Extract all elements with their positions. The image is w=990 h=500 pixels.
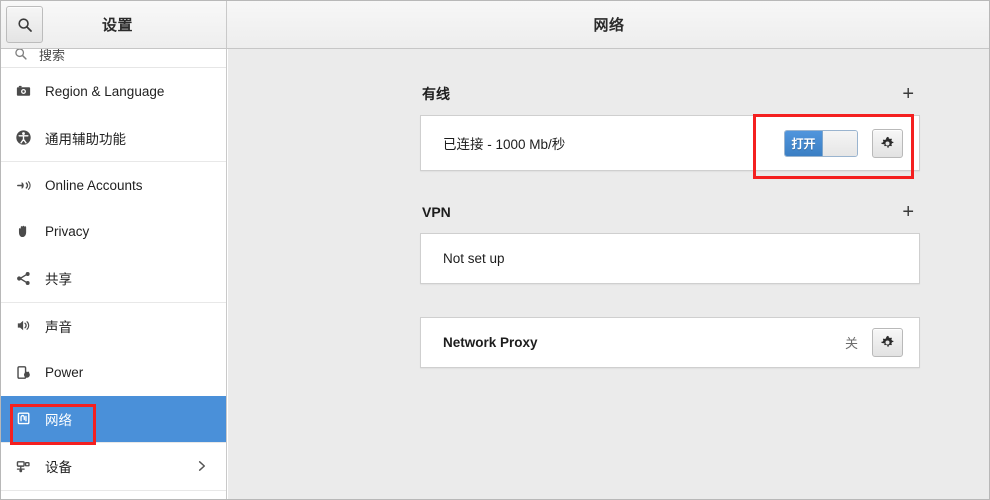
sidebar-item-label: Power — [45, 364, 84, 380]
sidebar-item-label: 通用辅助功能 — [45, 131, 126, 147]
battery-icon — [11, 364, 35, 381]
network-icon — [11, 410, 35, 427]
sidebar-item-network[interactable]: 网络 — [1, 395, 226, 442]
vpn-row[interactable]: Not set up — [420, 233, 920, 284]
gear-icon — [881, 335, 894, 347]
sidebar-item-label: 共享 — [45, 272, 72, 288]
accessibility-icon — [11, 129, 35, 146]
settings-window: 设置 网络 搜索 Region & Language 通用辅助功能 Online… — [0, 0, 990, 500]
vpn-section: VPN + Not set up — [420, 199, 920, 284]
search-icon — [11, 49, 31, 61]
hand-icon — [11, 223, 35, 240]
proxy-section: Network Proxy 关 — [420, 317, 920, 368]
vpn-status-label: Not set up — [443, 251, 505, 266]
wired-section-header: 有线 + — [420, 81, 920, 107]
add-vpn-button[interactable]: + — [898, 202, 918, 222]
wired-status-label: 已连接 - 1000 Mb/秒 — [443, 137, 566, 152]
wired-controls: 打开 — [784, 128, 903, 158]
speaker-icon — [11, 317, 35, 334]
sidebar-item-power[interactable]: Power — [1, 349, 226, 396]
proxy-controls: 关 — [845, 328, 903, 357]
vpn-section-header: VPN + — [420, 199, 920, 225]
header-bar: 设置 网络 — [1, 1, 989, 49]
toggle-knob — [823, 130, 857, 156]
sidebar-item-label: 设备 — [45, 460, 72, 476]
proxy-settings-button[interactable] — [872, 328, 903, 357]
wired-connection-row[interactable]: 已连接 - 1000 Mb/秒 打开 — [420, 115, 920, 171]
wired-title: 有线 — [422, 86, 450, 102]
page-title: 网络 — [593, 17, 625, 34]
sidebar-nav-list: Region & Language 通用辅助功能 Online Accounts… — [1, 68, 226, 491]
header-right-section: 网络 — [227, 1, 989, 48]
chevron-right-icon — [195, 460, 208, 473]
wired-section: 有线 + 已连接 - 1000 Mb/秒 打开 — [420, 81, 920, 171]
add-wired-button[interactable]: + — [898, 84, 918, 104]
sidebar-item-devices[interactable]: 设备 — [1, 443, 226, 490]
search-input[interactable]: 搜索 — [1, 49, 226, 67]
sidebar-item-label: Privacy — [45, 224, 90, 240]
vpn-title: VPN — [422, 204, 451, 220]
plug-icon — [11, 177, 35, 194]
wired-toggle-switch[interactable]: 打开 — [784, 129, 858, 157]
sidebar-item-region-language[interactable]: Region & Language — [1, 68, 226, 115]
proxy-status-label: 关 — [844, 336, 858, 351]
toggle-on-label: 打开 — [785, 130, 823, 156]
header-left-section: 设置 — [1, 1, 227, 48]
share-icon — [11, 270, 35, 287]
proxy-title: Network Proxy — [443, 335, 538, 350]
wired-settings-button[interactable] — [872, 128, 903, 158]
gear-icon — [881, 136, 894, 148]
search-icon — [17, 17, 32, 32]
devices-icon — [11, 458, 35, 475]
sidebar-item-online-accounts[interactable]: Online Accounts — [1, 162, 226, 209]
sidebar-item-label: 声音 — [45, 319, 72, 335]
sidebar-item-privacy[interactable]: Privacy — [1, 209, 226, 256]
search-placeholder: 搜索 — [39, 49, 66, 63]
network-proxy-row[interactable]: Network Proxy 关 — [420, 317, 920, 368]
sidebar-item-label: Region & Language — [45, 83, 165, 99]
sidebar-item-accessibility[interactable]: 通用辅助功能 — [1, 115, 226, 162]
sidebar-item-label: Online Accounts — [45, 177, 143, 193]
sidebar[interactable]: 搜索 Region & Language 通用辅助功能 Online Accou… — [1, 49, 227, 499]
flag-icon — [11, 83, 35, 100]
sidebar-item-label: 网络 — [45, 412, 72, 428]
network-settings-panel: 有线 + 已连接 - 1000 Mb/秒 打开 VPN + Not set up… — [228, 49, 989, 499]
sidebar-item-sharing[interactable]: 共享 — [1, 255, 226, 302]
search-toggle-button[interactable] — [6, 6, 43, 43]
sidebar-item-sound[interactable]: 声音 — [1, 303, 226, 350]
sidebar-divider — [1, 489, 226, 491]
